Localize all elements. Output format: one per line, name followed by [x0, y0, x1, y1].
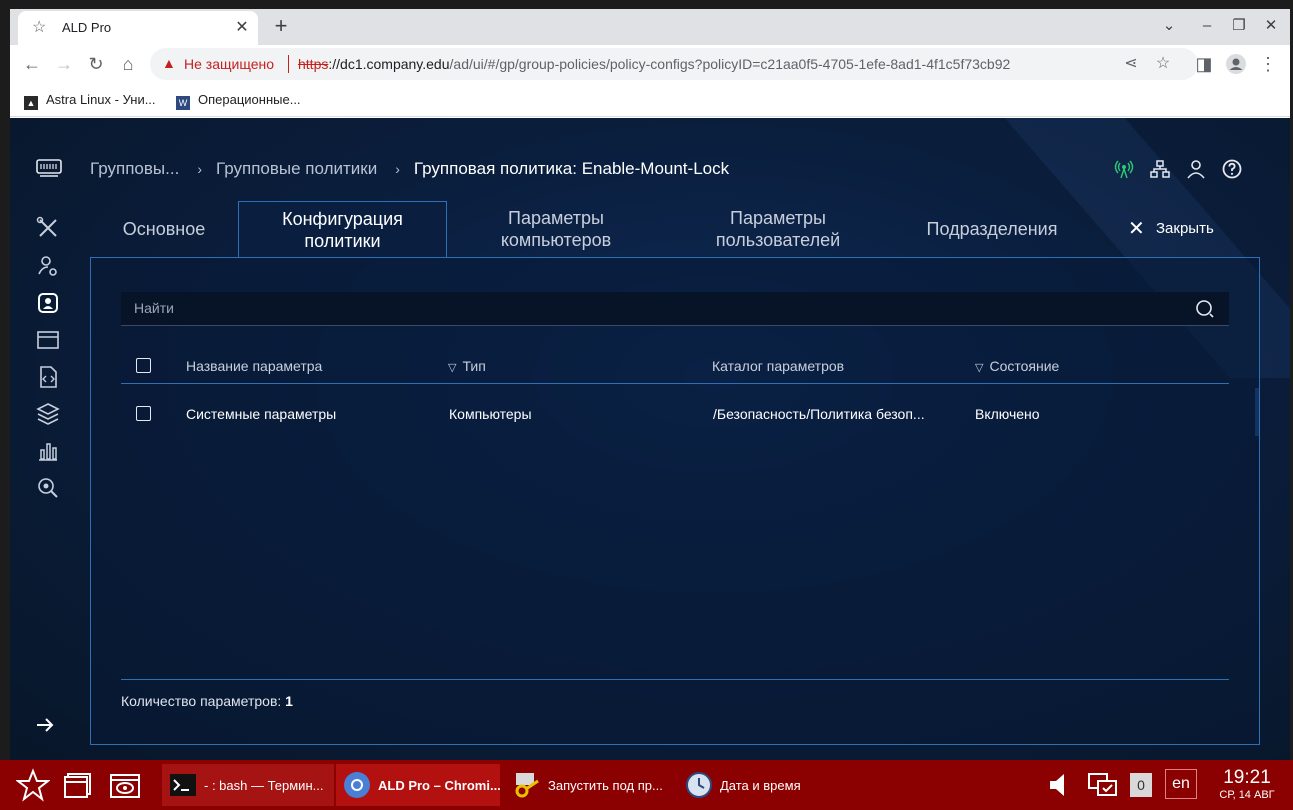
url-text: https://dc1.company.edu/ad/ui/#/gp/group…: [298, 56, 1011, 72]
cell-state: Включено: [975, 406, 1040, 422]
taskbar: - : bash — Термин... ALD Pro – Chromi...…: [0, 760, 1293, 810]
file-manager-eye-icon[interactable]: [108, 768, 142, 802]
not-secure-label: Не защищено: [184, 56, 274, 72]
w-icon: W: [176, 96, 190, 110]
tools-icon[interactable]: [34, 214, 62, 242]
clock-icon: [686, 772, 712, 798]
policy-tabs: Основное Конфигурация политики Параметры…: [90, 201, 1100, 257]
forward-icon[interactable]: →: [50, 51, 78, 77]
breadcrumb-current: Групповая политика: Enable-Mount-Lock: [413, 159, 730, 178]
reload-icon[interactable]: ↻: [82, 51, 110, 77]
close-tab-icon[interactable]: ✕: [232, 18, 252, 38]
astra-icon: ▲: [24, 96, 38, 110]
column-header-catalog[interactable]: Каталог параметров: [712, 357, 844, 375]
bar-chart-icon[interactable]: [34, 437, 62, 465]
run-as-key-icon: [515, 773, 539, 798]
terminal-icon: [170, 774, 196, 796]
scrollbar-thumb[interactable]: [1255, 388, 1259, 436]
cell-name: Системные параметры: [186, 406, 337, 422]
browser-toolbar: ← → ↻ ⌂ ▲ Не защищено https://dc1.compan…: [10, 45, 1290, 83]
tab-computer-params[interactable]: Параметры компьютеров: [460, 201, 652, 257]
clock-time: 19:21: [1223, 767, 1271, 788]
parameter-count: Количество параметров: 1: [121, 693, 293, 709]
search-input[interactable]: Найти: [121, 292, 1229, 326]
ald-pro-app: Групповы... › Групповые политики › Групповая…: [10, 118, 1290, 760]
profile-icon[interactable]: [1222, 51, 1250, 77]
start-menu-star-icon[interactable]: [16, 768, 50, 802]
tab-strip: ☆ ALD Pro ✕ + ⌄ – ❐ ✕: [10, 9, 1290, 45]
warning-icon: ▲: [162, 55, 176, 71]
filter-icon[interactable]: ▽: [448, 359, 456, 377]
sitemap-icon[interactable]: [1149, 158, 1171, 180]
layers-icon[interactable]: [34, 400, 62, 428]
tab-user-params[interactable]: Параметры пользователей: [680, 201, 876, 257]
select-all-checkbox[interactable]: [136, 358, 151, 373]
group-policy-icon[interactable]: [34, 289, 62, 317]
close-button[interactable]: ✕ Закрыть: [1128, 218, 1214, 240]
chevron-right-icon: ›: [197, 161, 202, 177]
search-monitor-icon[interactable]: [34, 474, 62, 502]
bookmarks-bar: ▲ Astra Linux - Уни... W Операционные...: [10, 83, 1290, 117]
restore-icon[interactable]: ❐: [1226, 15, 1252, 37]
task-chromium[interactable]: ALD Pro – Chromi...: [336, 764, 501, 806]
tab-search-icon[interactable]: ⌄: [1156, 15, 1182, 37]
language-switcher[interactable]: en: [1165, 769, 1197, 799]
address-bar[interactable]: ▲ Не защищено https://dc1.company.edu/ad…: [150, 48, 1198, 80]
close-window-icon[interactable]: ✕: [1258, 15, 1284, 37]
table-header: Название параметра ▽ Тип Каталог параметр…: [121, 348, 1229, 384]
menu-icon[interactable]: ⋮: [1254, 51, 1282, 77]
clock-date: СР, 14 АВГ: [1219, 789, 1275, 801]
share-icon[interactable]: ⋖: [1120, 53, 1142, 75]
breadcrumb: Групповы... › Групповые политики › Групповая…: [90, 158, 729, 180]
expand-sidebar-arrow-icon[interactable]: [34, 714, 56, 736]
user-settings-icon[interactable]: [34, 252, 62, 280]
tab-departments[interactable]: Подразделения: [910, 201, 1074, 257]
task-run-as[interactable]: Запустить под пр...: [506, 764, 670, 806]
filter-icon[interactable]: ▽: [975, 359, 983, 377]
side-panel-icon[interactable]: ◨: [1190, 51, 1218, 77]
help-icon[interactable]: [1221, 158, 1243, 180]
chevron-right-icon: ›: [395, 161, 400, 177]
cell-catalog: /Безопасность/Политика безоп...: [713, 406, 925, 422]
back-icon[interactable]: ←: [18, 51, 46, 77]
cell-type: Компьютеры: [449, 406, 532, 422]
keyboard-indicator[interactable]: 0: [1130, 773, 1152, 797]
task-terminal[interactable]: - : bash — Термин...: [162, 764, 334, 806]
star-favicon-icon: ☆: [32, 19, 47, 36]
bookmark-os[interactable]: W Операционные...: [176, 91, 301, 110]
breadcrumb-item[interactable]: Групповы...: [90, 158, 179, 180]
new-tab-button[interactable]: +: [268, 13, 294, 39]
code-file-icon[interactable]: [34, 363, 62, 391]
browser-tab[interactable]: ☆ ALD Pro ✕: [18, 11, 258, 45]
close-icon: ✕: [1128, 218, 1145, 240]
bookmark-star-icon[interactable]: ☆: [1152, 53, 1174, 75]
search-icon[interactable]: [1195, 299, 1215, 319]
tab-main[interactable]: Основное: [90, 201, 238, 257]
row-checkbox[interactable]: [136, 406, 151, 421]
tab-policy-config[interactable]: Конфигурация политики: [238, 201, 447, 257]
table-row[interactable]: Системные параметры Компьютеры /Безопасн…: [121, 396, 1229, 432]
clock[interactable]: 19:21 СР, 14 АВГ: [1210, 768, 1284, 802]
policy-config-panel: Найти Название параметра ▽ Тип Каталог па…: [90, 257, 1260, 745]
volume-icon[interactable]: [1044, 768, 1078, 802]
home-icon[interactable]: ⌂: [114, 51, 142, 77]
minimize-icon[interactable]: –: [1194, 15, 1220, 37]
bookmark-astra[interactable]: ▲ Astra Linux - Уни...: [24, 91, 156, 110]
browser-window: ☆ ALD Pro ✕ + ⌄ – ❐ ✕ ← → ↻ ⌂ ▲ Не защищ…: [10, 9, 1290, 760]
app-logo-icon[interactable]: [36, 158, 62, 178]
connection-status-icon[interactable]: [1113, 158, 1135, 180]
user-icon[interactable]: [1185, 158, 1207, 180]
tab-title: ALD Pro: [62, 20, 112, 35]
column-header-state[interactable]: ▽ Состояние: [975, 357, 1059, 377]
window-icon[interactable]: [34, 326, 62, 354]
chromium-icon: [344, 772, 370, 798]
task-date-time[interactable]: Дата и время: [678, 764, 842, 806]
column-header-type[interactable]: ▽ Тип: [448, 357, 486, 377]
column-header-name[interactable]: Название параметра: [186, 357, 322, 375]
network-icon[interactable]: [1086, 768, 1120, 802]
windows-switcher-icon[interactable]: [62, 768, 96, 802]
search-placeholder: Найти: [134, 300, 174, 316]
breadcrumb-item[interactable]: Групповые политики: [216, 158, 377, 180]
